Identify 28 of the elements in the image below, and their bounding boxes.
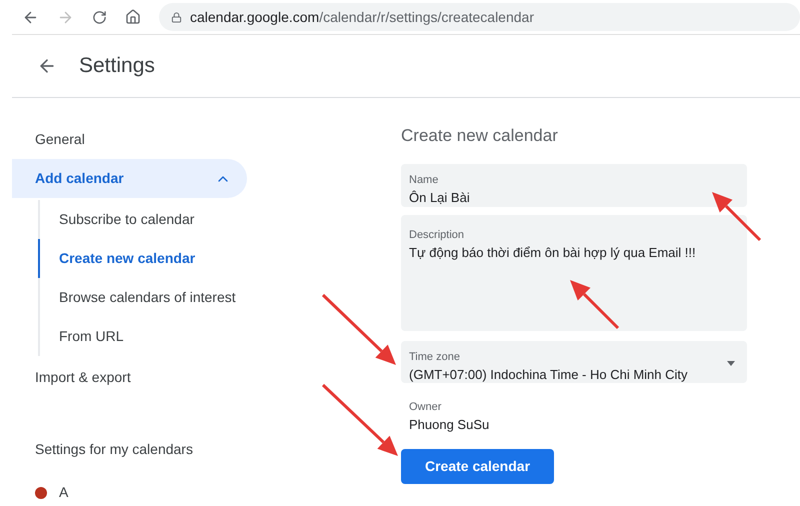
field-label: Owner bbox=[409, 400, 442, 414]
annotation-arrow bbox=[570, 280, 620, 330]
form-title: Create new calendar bbox=[401, 125, 559, 147]
time-zone-dropdown[interactable]: Time zone (GMT+07:00) Indochina Time - Ho Chi Minh City bbox=[401, 340, 747, 382]
field-label: Description bbox=[409, 228, 466, 242]
annotation-arrow bbox=[712, 192, 762, 242]
lock-icon bbox=[171, 12, 182, 22]
calendar-name[interactable]: A bbox=[59, 482, 68, 503]
sidebar-item[interactable]: Add calendar bbox=[12, 159, 247, 198]
home-icon[interactable] bbox=[125, 9, 141, 25]
sidebar-subitem[interactable]: Create new calendar bbox=[38, 239, 260, 278]
reload-icon[interactable] bbox=[92, 10, 107, 24]
owner-name: Phuong SuSu bbox=[409, 416, 490, 434]
field-label: Name bbox=[409, 172, 440, 188]
section-heading: Settings for my calendars bbox=[34, 440, 194, 459]
sidebar-item[interactable]: Import & export bbox=[12, 358, 247, 397]
address-bar[interactable]: calendar.google.com/calendar/r/settings/createcalendar bbox=[159, 3, 800, 31]
dropdown-arrow-icon bbox=[727, 360, 735, 366]
sidebar-item[interactable]: General bbox=[12, 120, 247, 159]
sidebar-subitem[interactable]: Subscribe to calendar bbox=[38, 200, 260, 239]
create-calendar-button[interactable]: Create calendar bbox=[401, 448, 554, 484]
page-title: Settings bbox=[79, 53, 155, 80]
field-label: Time zone bbox=[409, 350, 461, 364]
sidebar-subitem[interactable]: Browse calendars of interest bbox=[38, 278, 260, 317]
description-field[interactable]: Description Tự động báo thời điểm ôn bài hợp lý qua Email !!! bbox=[401, 214, 747, 330]
name-field[interactable]: Name Ôn Lại Bài bbox=[401, 164, 747, 206]
url-text: calendar.google.com/calendar/r/settings/createcalendar bbox=[190, 8, 534, 27]
sidebar-subitem[interactable]: From URL bbox=[38, 317, 260, 356]
